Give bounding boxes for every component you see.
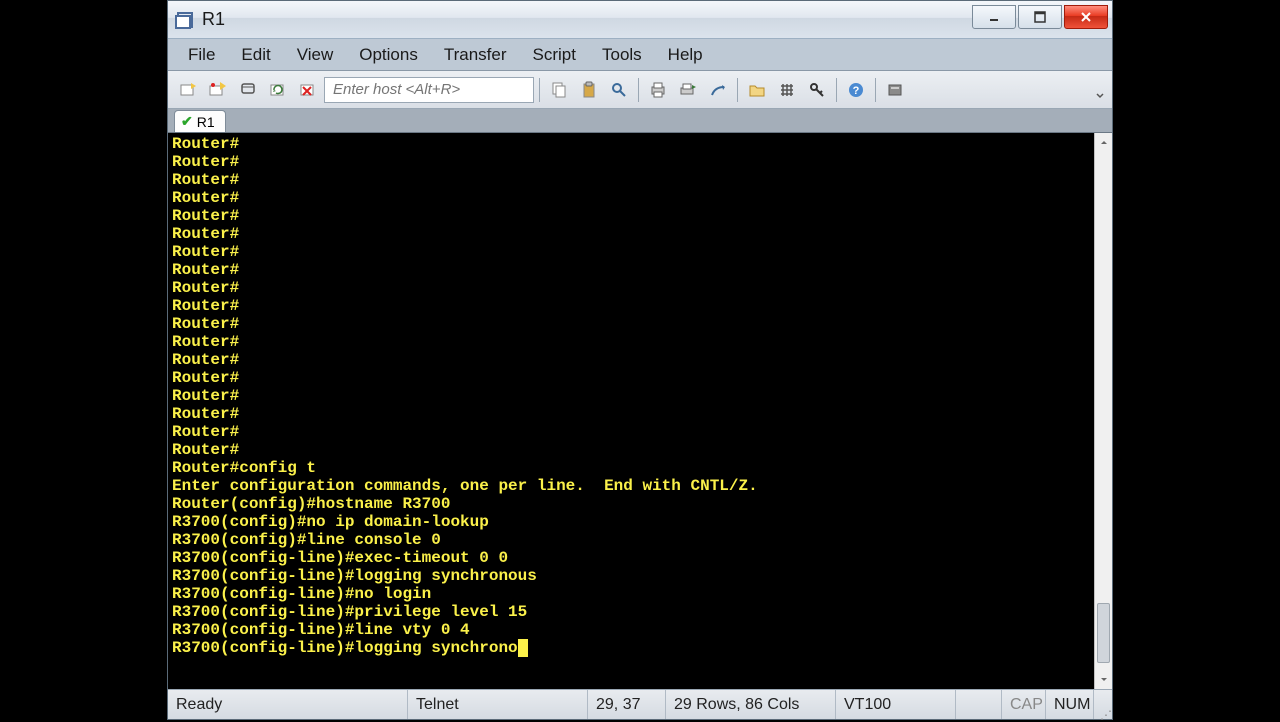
terminal-line: R3700(config)#no ip domain-lookup [172,513,1090,531]
new-session-icon[interactable] [174,76,202,104]
menu-transfer[interactable]: Transfer [432,41,519,69]
session-tab[interactable]: ✔ R1 [174,110,226,132]
terminal-line: R3700(config)#line console 0 [172,531,1090,549]
resize-grip-icon[interactable]: ⋰ [1094,690,1112,719]
menubar: File Edit View Options Transfer Script T… [168,39,1112,71]
terminal-line: Router# [172,189,1090,207]
terminal-line: Router# [172,153,1090,171]
menu-options[interactable]: Options [347,41,430,69]
status-connection: Telnet [408,690,588,719]
toolbar: ? [168,71,1112,109]
key-icon[interactable] [803,76,831,104]
terminal-line: R3700(config-line)#privilege level 15 [172,603,1090,621]
terminal-line: Router# [172,261,1090,279]
connect-tab-icon[interactable] [234,76,262,104]
menu-file[interactable]: File [176,41,227,69]
app-window: R1 File Edit View Options Transfer Scrip… [167,0,1113,720]
terminal-line: Router# [172,207,1090,225]
status-dimensions: 29 Rows, 86 Cols [666,690,836,719]
close-button[interactable] [1064,5,1108,29]
menu-script[interactable]: Script [521,41,588,69]
terminal-line: Router# [172,351,1090,369]
paste-icon[interactable] [575,76,603,104]
terminal-line: Router# [172,369,1090,387]
find-icon[interactable] [605,76,633,104]
terminal-line: Router# [172,243,1090,261]
maximize-button[interactable] [1018,5,1062,29]
terminal-line: R3700(config-line)#exec-timeout 0 0 [172,549,1090,567]
menu-view[interactable]: View [285,41,346,69]
print-icon[interactable] [644,76,672,104]
menu-tools[interactable]: Tools [590,41,654,69]
print-screen-icon[interactable] [674,76,702,104]
terminal-line: Router# [172,423,1090,441]
terminal-line: Router# [172,315,1090,333]
terminal-line: Router# [172,387,1090,405]
terminal-line: Enter configuration commands, one per li… [172,477,1090,495]
toolbar-overflow-icon[interactable] [1094,76,1106,104]
tab-label: R1 [197,114,215,130]
terminal-line: Router# [172,171,1090,189]
host-input[interactable] [324,77,534,103]
status-emulation: VT100 [836,690,956,719]
terminal-line: R3700(config-line)#no login [172,585,1090,603]
status-capslock: CAP [1002,690,1046,719]
scroll-thumb[interactable] [1097,603,1110,663]
terminal[interactable]: Router#Router#Router#Router#Router#Route… [168,133,1094,689]
terminal-line: R3700(config-line)#logging synchrono [172,639,1090,657]
cursor [518,639,528,657]
svg-text:?: ? [853,85,860,97]
disconnect-icon[interactable] [294,76,322,104]
terminal-line: R3700(config-line)#logging synchronous [172,567,1090,585]
titlebar[interactable]: R1 [168,1,1112,39]
scroll-track[interactable] [1095,151,1112,671]
statusbar: Ready Telnet 29, 37 29 Rows, 86 Cols VT1… [168,689,1112,719]
terminal-line: Router#config t [172,459,1090,477]
scroll-up-icon[interactable] [1095,133,1112,151]
terminal-line: Router# [172,441,1090,459]
help-icon[interactable]: ? [842,76,870,104]
minimize-button[interactable] [972,5,1016,29]
terminal-line: Router# [172,279,1090,297]
scroll-down-icon[interactable] [1095,671,1112,689]
copy-icon[interactable] [545,76,573,104]
tabbar: ✔ R1 [168,109,1112,133]
terminal-line: Router(config)#hostname R3700 [172,495,1090,513]
terminal-line: Router# [172,405,1090,423]
status-cursor-pos: 29, 37 [588,690,666,719]
window-title: R1 [202,9,972,30]
menu-edit[interactable]: Edit [229,41,282,69]
log-icon[interactable] [704,76,732,104]
menu-help[interactable]: Help [656,41,715,69]
terminal-line: Router# [172,135,1090,153]
reconnect-icon[interactable] [264,76,292,104]
status-numlock: NUM [1046,690,1094,719]
terminal-line: Router# [172,297,1090,315]
app-icon [174,9,196,31]
connected-icon: ✔ [181,113,193,130]
sftp-icon[interactable] [881,76,909,104]
folder-icon[interactable] [743,76,771,104]
terminal-line: R3700(config-line)#line vty 0 4 [172,621,1090,639]
status-spacer [956,690,1002,719]
quick-connect-icon[interactable] [204,76,232,104]
terminal-line: Router# [172,225,1090,243]
terminal-line: Router# [172,333,1090,351]
scrollbar[interactable] [1094,133,1112,689]
status-ready: Ready [168,690,408,719]
options-icon[interactable] [773,76,801,104]
